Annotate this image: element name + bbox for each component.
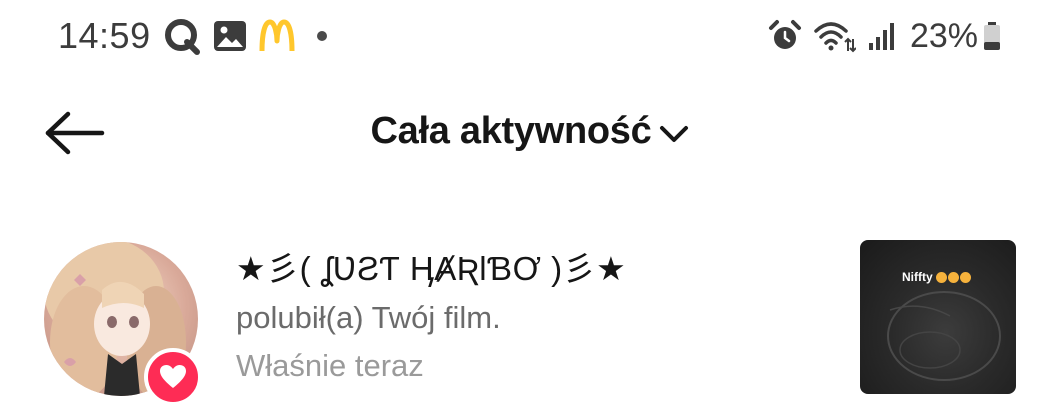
emoji-icon [947,272,959,284]
battery-percent: 23% [909,16,978,55]
activity-screen: 14:59 23% Cała aktywność ★彡(ʆƲƧƬ ӉȺƦƖƁƠ… [0,0,1060,414]
notification-text: ★彡( ʆƲƧƬ ӉȺƦƖƁƠ )彡★ polubił(a) Twój film… [236,242,626,384]
username[interactable]: ★彡( ʆƲƧƬ ӉȺƦƖƁƠ )彡★ [236,242,626,290]
page-title: Cała aktywność [370,110,652,152]
chevron-down-icon[interactable] [659,124,689,144]
wifi-icon [814,19,856,53]
status-time: 14:59 [58,15,151,56]
signal-icon [868,21,896,51]
notification-dot-icon [316,31,327,41]
status-right: 23% [756,14,1002,58]
video-thumbnail[interactable]: Niffty [860,240,1016,394]
gallery-icon [213,20,247,52]
q-app-icon [163,16,201,56]
like-badge [144,348,202,406]
battery-icon [982,21,1002,51]
header: Cała aktywność [0,90,1060,174]
activity-list-item[interactable]: ★彡( ʆƲƧƬ ӉȺƦƖƁƠ )彡★ polubił(a) Twój film… [0,236,1060,406]
thumbnail-caption: Niffty [902,270,971,284]
status-bar: 14:59 23% [0,0,1060,78]
timestamp: Właśnie teraz [236,348,424,383]
emoji-icon [959,272,971,284]
emoji-icon [935,272,947,284]
heart-icon [160,365,186,388]
title-dropdown[interactable]: Cała aktywność [0,110,1060,153]
action-text: polubił(a) Twój film. [236,300,501,335]
mcdonalds-icon [259,19,295,53]
alarm-icon [768,19,802,53]
emoji-icons [935,272,971,284]
status-left: 14:59 [58,14,327,58]
